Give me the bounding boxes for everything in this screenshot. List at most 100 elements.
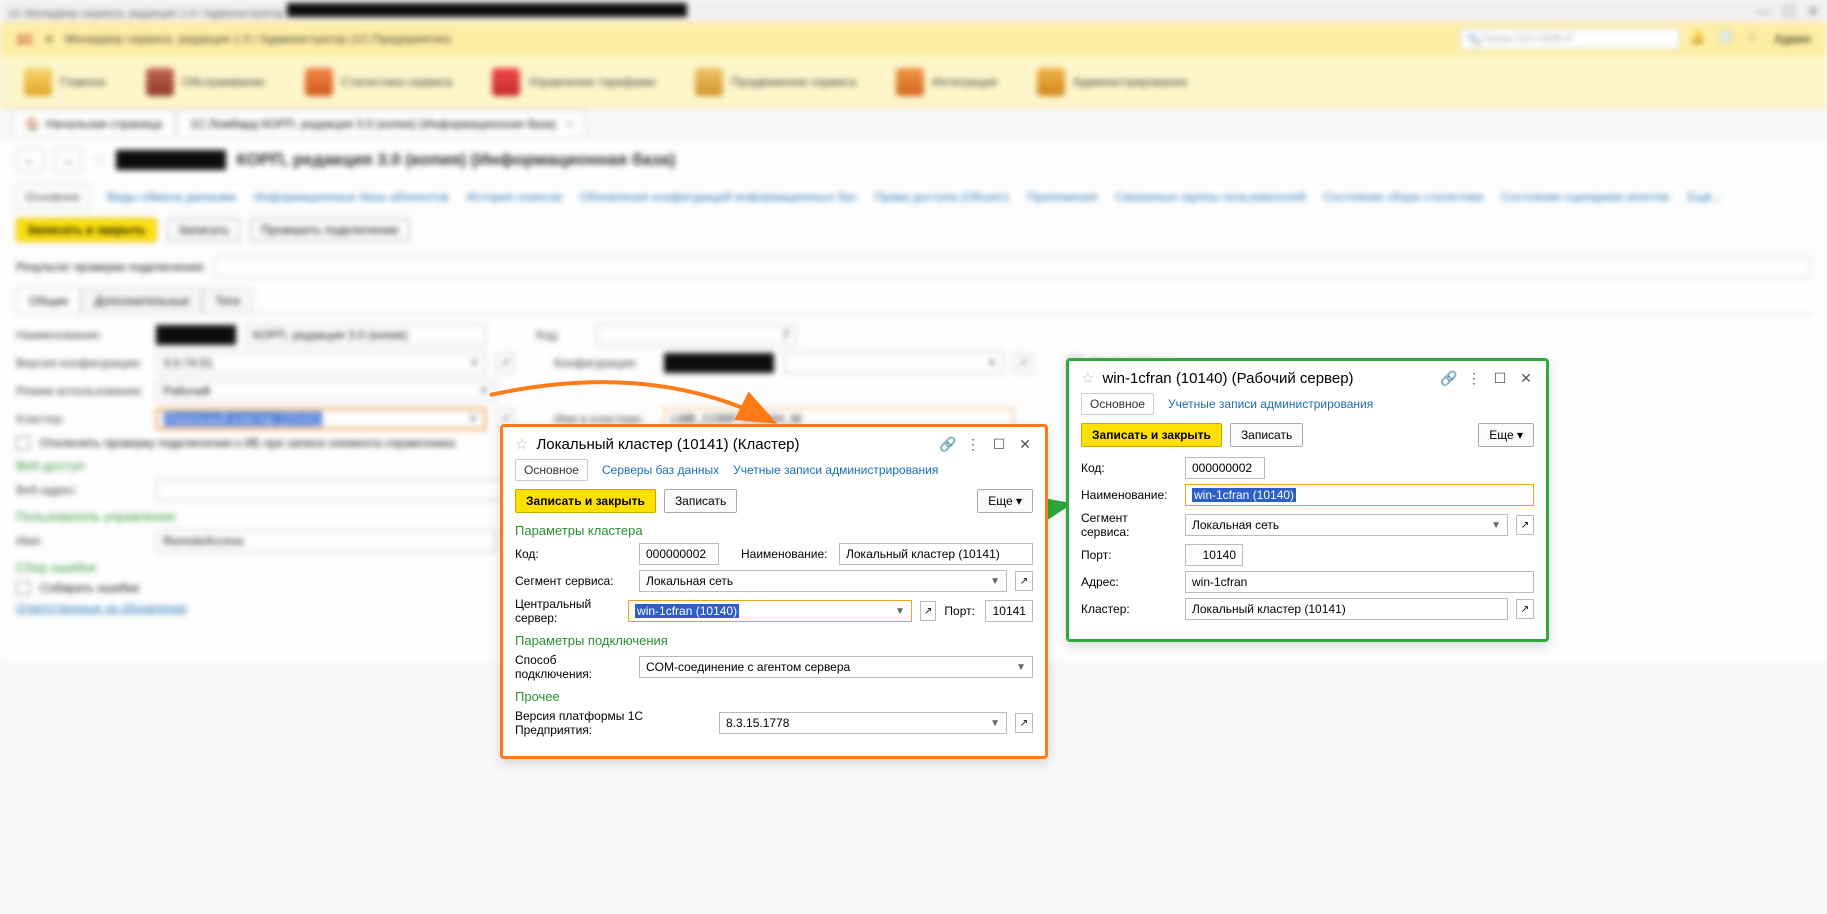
close-icon[interactable]: ✕ [1017,436,1033,453]
subtab-exchange[interactable]: Виды обмена данными [107,190,236,204]
forward-button[interactable]: → [54,148,82,172]
bell-icon[interactable]: 🔔 [1690,30,1708,48]
code-input[interactable] [596,324,796,346]
code-input[interactable] [1185,457,1265,479]
name-input[interactable] [839,543,1033,565]
maximize-icon[interactable]: ☐ [1492,370,1508,387]
menu-icon[interactable]: ≡ [46,32,53,46]
collect-errors-checkbox[interactable] [16,581,30,595]
open-icon[interactable]: ↗ [1014,353,1032,373]
link-icon[interactable]: 🔗 [1440,370,1456,387]
responsible-link[interactable]: Ответственные за обновление [16,601,187,615]
more-button[interactable]: Еще ▾ [977,489,1033,513]
disable-check-checkbox[interactable] [16,436,30,450]
result-input[interactable] [214,256,1811,278]
subtab-stats[interactable]: Состояние сбора статистики [1324,190,1484,204]
ver-select[interactable]: 3.0.74.51▼ [156,352,486,374]
dtab-admin[interactable]: Учетные записи администрирования [1168,397,1373,411]
seg-label: Сегмент сервиса: [515,574,631,588]
tab-tags[interactable]: Теги [202,288,252,313]
nav-promo[interactable]: Продвижение сервиса [695,68,856,96]
nav-integration[interactable]: Интеграция [896,68,997,96]
subtab-scenarios[interactable]: Состояние сценариев агентов [1501,190,1669,204]
link-icon[interactable]: 🔗 [939,436,955,453]
tab-home[interactable]: Начальная страница [12,110,175,137]
csrv-select[interactable]: win-1cfran (10140)▼ [628,600,912,622]
subtab-more[interactable]: Ещё... [1687,190,1722,204]
seg-select[interactable]: Локальная сеть▼ [1185,514,1508,536]
dtab-db[interactable]: Серверы баз данных [602,463,719,477]
subtab-apps[interactable]: Приложения [1027,190,1097,204]
cluster-label: Кластер: [16,412,146,426]
dtab-main[interactable]: Основное [515,459,588,481]
subtab-sessions[interactable]: История сеансов [467,190,562,204]
subtab-groups[interactable]: Связанные группы пользователей [1115,190,1305,204]
close-icon[interactable]: ✕ [1518,370,1534,387]
subtab-updates[interactable]: Обновления конфигураций информационных б… [580,190,857,204]
maximize-icon[interactable]: ☐ [991,436,1007,453]
save-close-button[interactable]: Записать и закрыть [515,489,656,513]
more-button[interactable]: Еще ▾ [1478,423,1534,447]
nav-stats[interactable]: Статистика сервиса [305,68,452,96]
conf-select[interactable]: ▼ [784,352,1004,374]
subtab-main[interactable]: Основное [16,185,89,209]
plat-select[interactable]: 8.3.15.1778▼ [719,712,1007,734]
nav-tariffs[interactable]: Управление тарифами [492,68,655,96]
star-icon[interactable]: ☆ [1746,30,1764,48]
app-title: Менеджер сервиса, редакция 1.0 / Админис… [65,32,451,46]
open-icon[interactable]: ↗ [920,601,936,621]
code-input[interactable] [639,543,719,565]
favorite-icon[interactable]: ☆ [92,150,106,170]
close-icon[interactable]: × [566,117,573,131]
name-input[interactable]: win-1cfran (10140) [1185,484,1534,506]
save-close-button[interactable]: Записать и закрыть [16,218,157,242]
back-button[interactable]: ← [16,148,44,172]
addr-label: Адрес: [1081,575,1177,589]
save-button[interactable]: Записать [167,218,240,242]
search-input[interactable]: 🔍 Поиск Ctrl+Shift+F [1460,28,1680,50]
minimize-icon[interactable]: — [1757,3,1771,20]
tab-general[interactable]: Общие [16,288,81,313]
save-close-button[interactable]: Записать и закрыть [1081,423,1222,447]
seg-select[interactable]: Локальная сеть▼ [639,570,1007,592]
star-icon[interactable]: ☆ [515,435,528,453]
app-header: 1C ≡ Менеджер сервиса, редакция 1.0 / Ад… [0,22,1827,56]
subtab-ib[interactable]: Информационные базы абонентов [254,190,449,204]
save-button[interactable]: Записать [664,489,737,513]
maximize-icon[interactable]: ☐ [1783,3,1796,20]
subtab-rights[interactable]: Права доступа (Объект) [874,190,1009,204]
history-icon[interactable]: 🕓 [1718,30,1736,48]
port-input[interactable] [985,600,1033,622]
user-label[interactable]: Админ [1774,32,1811,46]
open-icon[interactable]: ↗ [1516,599,1534,619]
cluster-input[interactable] [1185,598,1508,620]
dtab-admin[interactable]: Учетные записи администрирования [733,463,938,477]
dtab-main[interactable]: Основное [1081,393,1154,415]
check-conn-button[interactable]: Проверить подключение [250,218,409,242]
conn-select[interactable]: COM-соединение с агентом сервера▼ [639,656,1033,678]
conf-label: Конфигурация: [554,356,654,370]
mode-select[interactable]: Рабочий▼ [156,380,496,402]
open-icon[interactable]: ↗ [1516,515,1534,535]
seg-label: Сегмент сервиса: [1081,511,1177,539]
close-icon[interactable]: ✕ [1807,3,1819,20]
nav-main[interactable]: Главное [24,68,106,96]
open-icon[interactable]: ↗ [1015,571,1033,591]
cluster-select[interactable]: Локальный кластер (10141)▼ [156,408,486,430]
star-icon[interactable]: ☆ [1081,369,1094,387]
save-button[interactable]: Записать [1230,423,1303,447]
more-icon[interactable]: ⋮ [1466,370,1482,387]
tab-additional[interactable]: Дополнительные [81,288,202,313]
more-icon[interactable]: ⋮ [965,436,981,453]
user-name-input[interactable] [156,530,496,552]
open-icon[interactable]: ↗ [496,353,514,373]
nav-service[interactable]: Обслуживание [146,68,265,96]
name-input[interactable] [246,324,486,346]
code-label: Код: [1081,461,1177,475]
nav-admin[interactable]: Администрирование [1037,68,1187,96]
code-label: Код: [536,328,586,342]
open-icon[interactable]: ↗ [1015,713,1033,733]
port-input[interactable] [1185,544,1243,566]
tab-document[interactable]: 1С:Ломбард КОРП, редакция 3.0 (копия) (И… [177,110,586,137]
addr-input[interactable] [1185,571,1534,593]
